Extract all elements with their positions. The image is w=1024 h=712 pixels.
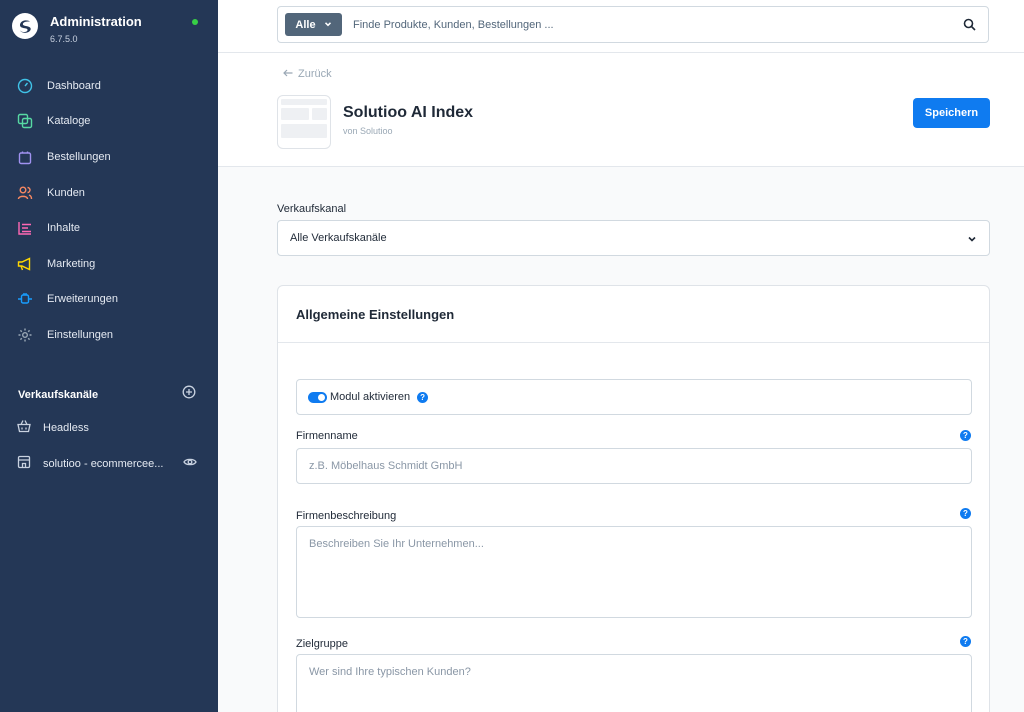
save-button[interactable]: Speichern xyxy=(913,98,990,128)
search-type-label: Alle xyxy=(295,18,316,31)
company-name-input[interactable]: z.B. Möbelhaus Schmidt GmbH xyxy=(296,448,972,484)
nav-item-einstellungen[interactable]: Einstellungen xyxy=(0,317,218,353)
nav-item-erweiterungen[interactable]: Erweiterungen xyxy=(0,282,218,318)
search-icon[interactable] xyxy=(963,18,976,36)
plugin-thumbnail xyxy=(277,95,331,149)
online-status-indicator xyxy=(192,19,198,25)
gear-icon xyxy=(17,327,33,343)
customers-icon xyxy=(17,185,33,201)
top-bar: Alle Finde Produkte, Kunden, Bestellunge… xyxy=(218,0,1024,53)
nav-label: Kunden xyxy=(47,186,85,199)
back-label: Zurück xyxy=(298,68,332,80)
app-version: 6.7.5.0 xyxy=(50,34,78,44)
shopping-bag-icon xyxy=(17,149,33,165)
sidebar: Administration 6.7.5.0 Dashboard Katalog… xyxy=(0,0,218,712)
chevron-down-icon xyxy=(324,19,332,31)
add-sales-channel-icon[interactable] xyxy=(182,385,196,404)
sales-channel-select-value: Alle Verkaufskanäle xyxy=(290,232,387,244)
help-icon[interactable]: ? xyxy=(417,391,429,403)
sales-channel-headless[interactable]: Headless xyxy=(0,410,218,446)
nav-item-kunden[interactable]: Kunden xyxy=(0,175,218,211)
sales-channel-list: Headless solutioo - ecommercee... xyxy=(0,410,218,482)
sales-channel-label: Headless xyxy=(43,422,89,434)
eye-icon[interactable] xyxy=(183,455,197,474)
content-icon xyxy=(17,220,33,236)
nav-item-dashboard[interactable]: Dashboard xyxy=(0,68,218,104)
help-icon[interactable]: ? xyxy=(960,430,971,441)
sales-channel-select[interactable]: Alle Verkaufskanäle xyxy=(277,220,990,256)
dashboard-icon xyxy=(17,78,33,94)
page-title: Solutioo AI Index xyxy=(343,104,474,121)
brand[interactable]: Administration 6.7.5.0 xyxy=(12,13,142,44)
megaphone-icon xyxy=(17,256,33,272)
nav-label: Erweiterungen xyxy=(47,293,118,306)
card-title: Allgemeine Einstellungen xyxy=(278,286,989,343)
company-name-label: Firmenname xyxy=(296,430,358,442)
company-description-label: Firmenbeschreibung xyxy=(296,510,397,522)
plug-icon xyxy=(17,291,33,307)
plugin-vendor: von Solutioo xyxy=(343,126,393,136)
sales-channel-field-label: Verkaufskanal xyxy=(277,203,347,215)
page-header: Zurück Solutioo AI Index von Solutioo Sp… xyxy=(218,53,1024,167)
nav-label: Dashboard xyxy=(47,79,101,92)
nav-item-bestellungen[interactable]: Bestellungen xyxy=(0,139,218,175)
main-nav: Dashboard Kataloge Bestellungen Kunden I… xyxy=(0,68,218,353)
help-icon[interactable]: ? xyxy=(960,636,971,647)
storefront-icon xyxy=(17,455,31,474)
nav-item-inhalte[interactable]: Inhalte xyxy=(0,210,218,246)
search-type-dropdown[interactable]: Alle xyxy=(285,13,342,36)
app-title: Administration xyxy=(50,14,142,29)
nav-label: Kataloge xyxy=(47,115,91,128)
global-search[interactable]: Alle Finde Produkte, Kunden, Bestellunge… xyxy=(277,6,989,43)
nav-label: Bestellungen xyxy=(47,150,111,163)
search-input[interactable]: Finde Produkte, Kunden, Bestellungen ... xyxy=(353,19,554,31)
module-active-switch[interactable] xyxy=(308,391,327,403)
company-description-textarea[interactable]: Beschreiben Sie Ihr Unternehmen... xyxy=(296,526,972,618)
general-settings-card: Allgemeine Einstellungen Modul aktiviere… xyxy=(277,285,990,712)
target-audience-label: Zielgruppe xyxy=(296,638,348,650)
basket-icon xyxy=(17,419,31,438)
module-toggle-label: Modul aktivieren xyxy=(330,391,411,403)
sales-channel-label: solutioo - ecommercee... xyxy=(43,458,164,470)
nav-label: Marketing xyxy=(47,257,96,270)
sales-channels-header: Verkaufskanäle xyxy=(18,385,196,404)
shopware-logo-icon xyxy=(12,13,38,39)
chevron-down-icon xyxy=(967,234,977,247)
arrow-left-icon xyxy=(283,68,293,80)
nav-label: Inhalte xyxy=(47,222,81,235)
target-audience-textarea[interactable]: Wer sind Ihre typischen Kunden? xyxy=(296,654,972,712)
nav-label: Einstellungen xyxy=(47,328,114,341)
catalog-icon xyxy=(17,113,33,129)
sales-channels-title: Verkaufskanäle xyxy=(18,388,99,401)
sales-channel-storefront[interactable]: solutioo - ecommercee... xyxy=(0,446,218,482)
back-link[interactable]: Zurück xyxy=(283,68,332,80)
nav-item-kataloge[interactable]: Kataloge xyxy=(0,104,218,140)
help-icon[interactable]: ? xyxy=(960,508,971,519)
nav-item-marketing[interactable]: Marketing xyxy=(0,246,218,282)
module-toggle-field: Modul aktivieren ? xyxy=(296,379,972,415)
